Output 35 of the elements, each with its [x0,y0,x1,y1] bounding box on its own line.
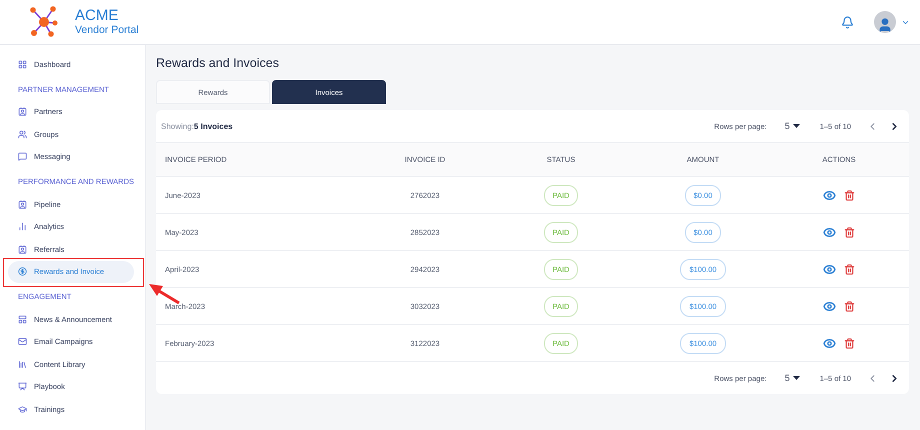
dollar-circle-icon [18,267,27,276]
message-icon [18,152,27,162]
annotation-arrow [148,282,180,304]
brand-name: ACME [75,7,120,24]
view-icon[interactable] [823,336,836,350]
users-icon [18,130,27,139]
delete-icon[interactable] [844,226,855,238]
graduation-cap-icon [18,404,27,414]
id-card-icon [18,200,27,209]
view-icon[interactable] [823,300,836,312]
library-icon [18,360,27,369]
caret-icon [792,124,800,128]
user-avatar[interactable] [874,11,896,33]
id-card-icon [18,244,27,254]
notification-bell-icon[interactable] [841,16,854,28]
delete-icon[interactable] [844,338,855,348]
dashboard-icon [18,60,27,69]
rows-per-page-select[interactable]: 5 [784,121,800,131]
logo-icon [29,5,59,39]
delete-icon[interactable] [844,190,855,200]
presentation-icon [18,382,27,392]
brand-subtitle: Vendor Portal [75,24,139,37]
layout-icon [18,314,27,324]
view-icon[interactable] [823,262,836,276]
showing-count: Showing:5 Invoices [161,122,233,130]
view-icon[interactable] [823,226,836,238]
rows-per-page-select[interactable]: 5 [784,373,800,383]
mail-icon [18,337,27,346]
view-icon[interactable] [823,188,836,202]
delete-icon[interactable] [844,264,855,274]
page-title: Rewards and Invoices [156,55,280,71]
bar-chart-icon [18,222,27,232]
delete-icon[interactable] [844,300,855,312]
id-card-icon [18,107,27,116]
caret-icon [792,376,800,380]
